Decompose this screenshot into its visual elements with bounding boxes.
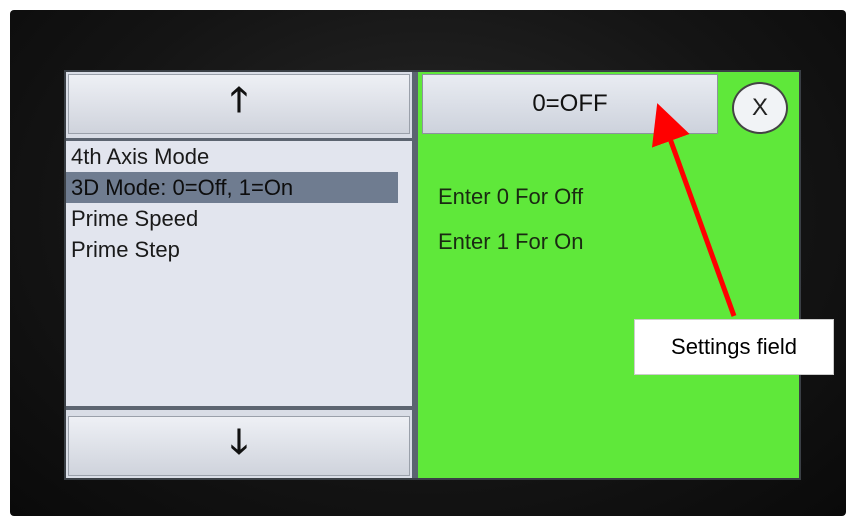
arrow-line [651, 103, 737, 317]
callout-label: Settings field [671, 334, 797, 359]
callout-arrow [651, 103, 737, 317]
settings-field-callout: Settings field [634, 319, 834, 375]
